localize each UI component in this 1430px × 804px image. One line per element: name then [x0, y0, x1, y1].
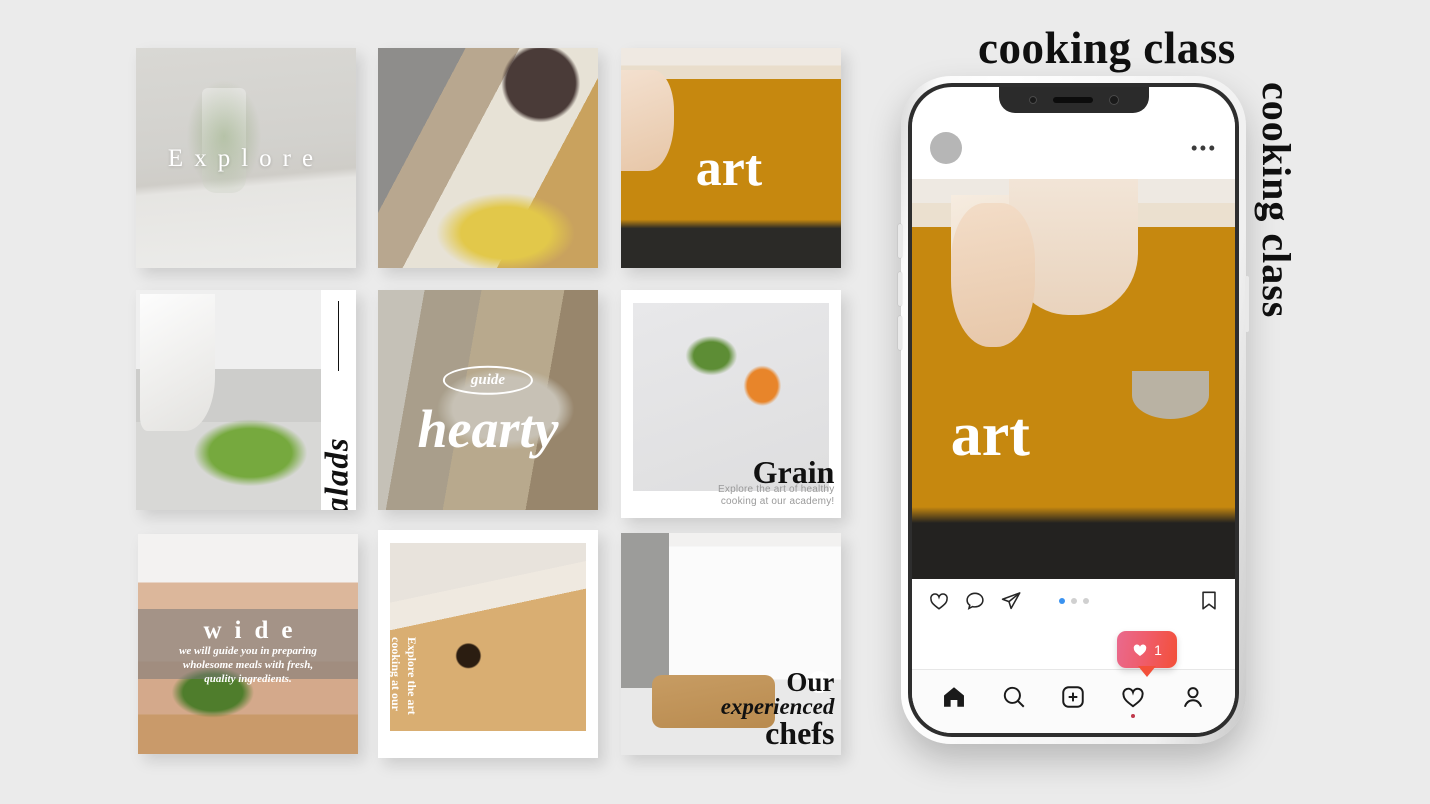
- post-tile-salads[interactable]: salads: [136, 290, 356, 510]
- post-tile-hearty[interactable]: guide hearty: [378, 290, 598, 510]
- carousel-indicator: [1058, 598, 1089, 604]
- tile-headline-chefs: Our experienced chefs: [720, 666, 835, 751]
- heart-icon: [1122, 687, 1144, 707]
- post-header: •••: [912, 117, 1235, 179]
- phone-screen: ••• art 1: [912, 87, 1235, 733]
- post-tile-art[interactable]: art: [621, 48, 841, 268]
- save-button[interactable]: [1199, 590, 1219, 612]
- nav-profile[interactable]: [1180, 684, 1206, 710]
- post-image[interactable]: art: [912, 179, 1235, 579]
- tile-headline-wide: wide: [203, 616, 306, 644]
- tile-headline-hearty: hearty: [417, 399, 559, 460]
- person-icon: [1184, 686, 1203, 707]
- post-overlay-text: art: [950, 401, 1030, 469]
- nav-activity[interactable]: [1120, 684, 1146, 718]
- speaker-grille: [1052, 97, 1093, 103]
- activity-badge-dot: [1131, 713, 1136, 718]
- divider-rule: [338, 301, 340, 372]
- nav-create[interactable]: [1060, 684, 1086, 710]
- front-camera-icon: [1108, 95, 1119, 105]
- phone-device: ••• art 1: [898, 76, 1249, 744]
- phone-button-power[interactable]: [1245, 276, 1249, 332]
- carousel-dot-2[interactable]: [1070, 598, 1077, 604]
- tile-headline-explore: Explore: [167, 144, 325, 172]
- nav-home[interactable]: [941, 684, 967, 710]
- tile-subtitle-grain: Explore the art of healthy cooking at ou…: [718, 483, 835, 508]
- carousel-dot-3[interactable]: [1082, 598, 1089, 604]
- phone-button-volume-down[interactable]: [898, 316, 902, 350]
- canvas: Explore art salads guide hearty Grain Ex…: [0, 0, 1430, 804]
- phone-mockup-area: ••• art 1: [880, 0, 1430, 804]
- tile-subtitle-wide: we will guide you in preparing wholesome…: [179, 645, 317, 686]
- post-tile-chefs[interactable]: Our experienced chefs: [621, 533, 841, 755]
- avatar[interactable]: [930, 132, 962, 164]
- photo-detail-hand: [950, 203, 1035, 347]
- post-tile-pear-cheese[interactable]: [378, 48, 598, 268]
- tile-vertical-text-coffee: Explore the art cooking at our: [390, 636, 419, 715]
- bottom-nav: [912, 669, 1235, 733]
- phone-notch: [998, 87, 1149, 113]
- post-grid: Explore art salads guide hearty Grain Ex…: [136, 48, 856, 758]
- phone-button-mute[interactable]: [898, 224, 902, 258]
- like-button[interactable]: [928, 590, 950, 612]
- nav-search[interactable]: [1001, 684, 1027, 710]
- post-tile-grain[interactable]: Grain Explore the art of healthy cooking…: [621, 290, 841, 518]
- notification-count: 1: [1154, 641, 1162, 658]
- search-icon: [1003, 686, 1025, 707]
- photo-pear-cheese: [378, 48, 598, 268]
- salads-text-wrap: salads: [319, 290, 356, 510]
- phone-bezel: ••• art 1: [908, 83, 1239, 737]
- phone-button-volume-up[interactable]: [898, 272, 902, 306]
- share-button[interactable]: [1000, 590, 1022, 612]
- tile-headline-salads: salads: [319, 437, 356, 510]
- tile-headline-art: art: [695, 140, 763, 197]
- plus-square-icon: [1062, 685, 1085, 708]
- post-tile-explore[interactable]: Explore: [136, 48, 356, 268]
- tile-badge-guide: guide: [442, 365, 534, 395]
- like-notification-badge: 1: [1117, 631, 1177, 668]
- comment-button[interactable]: [964, 590, 986, 612]
- carousel-dot-1[interactable]: [1058, 598, 1065, 604]
- post-tile-coffee[interactable]: Explore the art cooking at our: [378, 530, 598, 758]
- home-icon: [943, 686, 964, 707]
- post-action-bar: [912, 579, 1235, 623]
- sensor-icon: [1028, 96, 1037, 104]
- heart-icon: [1133, 644, 1147, 656]
- post-tile-wide[interactable]: wide we will guide you in preparing whol…: [138, 534, 358, 754]
- photo-detail-bowl: [1131, 371, 1210, 419]
- photo-frame: Explore the art cooking at our: [390, 542, 586, 731]
